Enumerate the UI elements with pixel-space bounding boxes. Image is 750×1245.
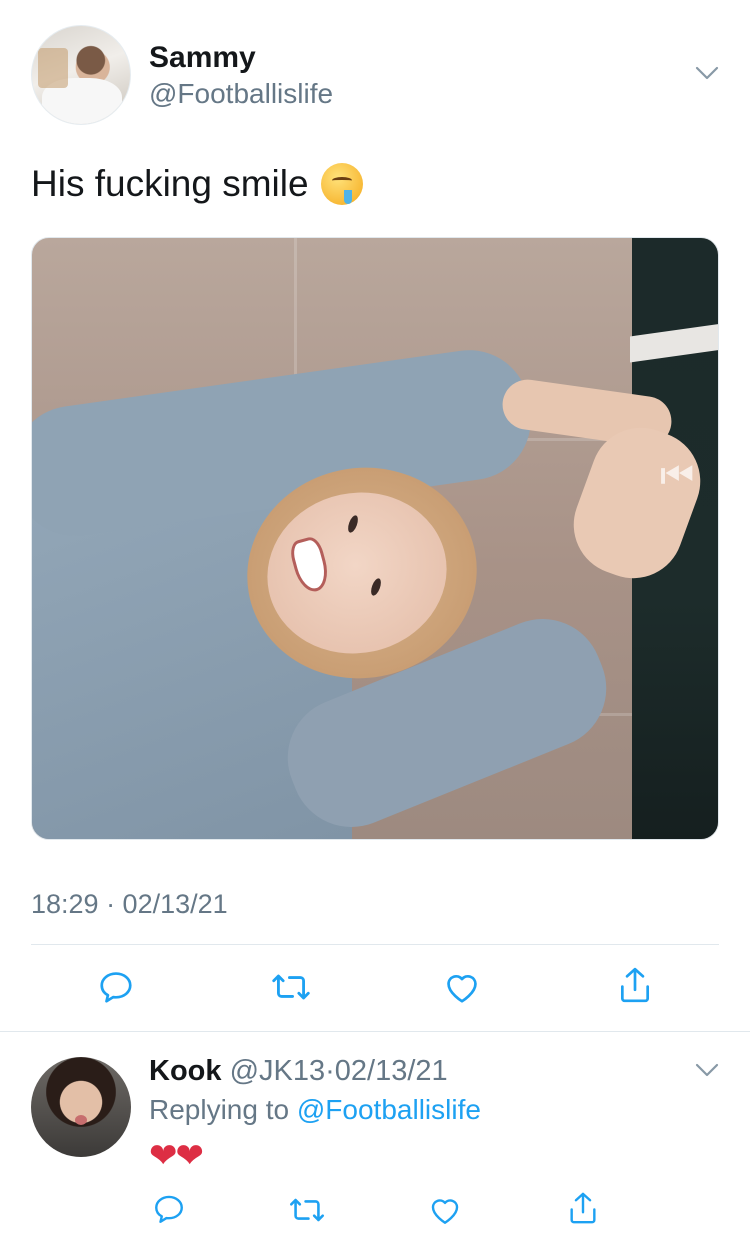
section-divider [0,1031,750,1032]
tweet-menu-chevron-icon[interactable] [695,66,719,85]
reply-author-avatar[interactable] [31,1057,131,1157]
reply-reply-button[interactable] [150,1190,188,1228]
heart-icon [431,1199,459,1224]
reply-header: Kook @JK13·02/13/21 [149,1052,448,1090]
tweet-text: His fucking smile [31,163,309,204]
reply-like-button[interactable] [426,1192,464,1228]
tweet-media-image[interactable]: ⏮ [31,237,719,840]
reply-share-button[interactable] [564,1188,602,1228]
rewind-icon[interactable]: ⏮ [660,456,694,494]
reply-menu-chevron-icon[interactable] [695,1063,719,1082]
reply-retweet-button[interactable] [285,1192,329,1228]
retweet-icon [290,1198,324,1222]
replying-to-line: Replying to @Footballislife [149,1092,481,1128]
share-button[interactable] [614,962,656,1008]
like-button[interactable] [441,966,483,1008]
reply-icon [100,972,132,1003]
reply-icon [155,1195,183,1223]
reply-date[interactable]: 02/13/21 [335,1055,448,1087]
reply-text: ❤❤ [149,1137,204,1175]
author-name[interactable]: Sammy [149,40,256,76]
author-handle[interactable]: @Footballislife [149,76,333,112]
reply-author-handle[interactable]: @JK13 [230,1055,326,1087]
heart-icon [447,974,477,1003]
replying-to-link[interactable]: @Footballislife [297,1094,481,1125]
retweet-icon [272,974,310,1000]
share-icon [570,1192,596,1224]
reply-separator: · [325,1055,335,1087]
retweet-button[interactable] [267,966,315,1008]
divider [31,944,719,945]
author-avatar[interactable] [31,25,131,125]
replying-to-prefix: Replying to [149,1094,290,1125]
reply-author-name[interactable]: Kook [149,1055,222,1087]
reply-button[interactable] [95,966,137,1008]
tweet-timestamp[interactable]: 18:29 · 02/13/21 [31,886,228,922]
tweet-text-row: His fucking smile [31,160,363,208]
share-icon [620,967,650,1003]
drooling-face-emoji-icon [320,163,363,205]
